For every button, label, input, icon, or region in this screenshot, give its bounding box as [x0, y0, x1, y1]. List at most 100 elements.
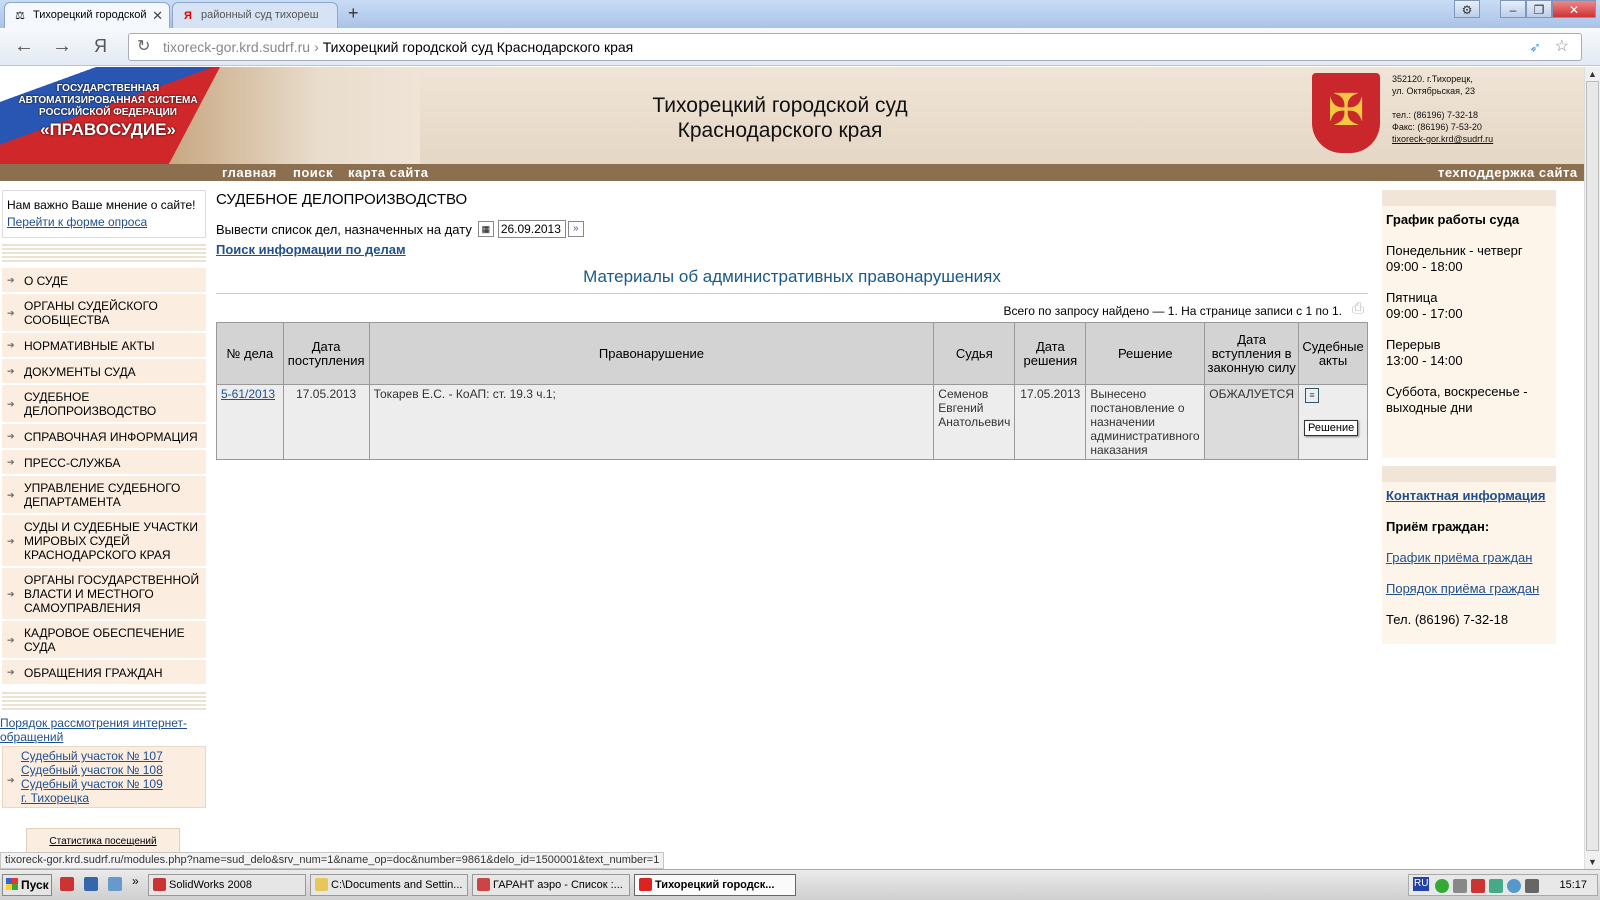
go-arrow-icon[interactable]: »	[567, 221, 584, 237]
start-button[interactable]: Пуск	[2, 874, 52, 896]
col-judge: Судья	[933, 322, 1016, 385]
sidebar-item-reference[interactable]: ➔ СПРАВОЧНАЯ ИНФОРМАЦИЯ	[2, 424, 206, 450]
sidebar-item-label: СУДЫ И СУДЕБНЫЕ УЧАСТКИ МИРОВЫХ СУДЕЙ КР…	[24, 520, 198, 562]
nav-home[interactable]: главная	[222, 164, 277, 181]
restore-button[interactable]: ❐	[1526, 0, 1552, 18]
court-plots-box: ➔ Судебный участок № 107 Судебный участо…	[2, 746, 206, 808]
tab-inactive[interactable]: Я районный суд тихореш	[172, 2, 338, 28]
sidebar-item-about[interactable]: ➔ О СУДЕ	[2, 268, 206, 294]
status-url: tixoreck-gor.krd.sudrf.ru/modules.php?na…	[0, 852, 665, 869]
tray-icon[interactable]	[1489, 879, 1503, 893]
minimize-button[interactable]: –	[1500, 0, 1526, 18]
taskbar-item-explorer[interactable]: C:\Documents and Settin...	[310, 874, 468, 896]
tray-icon[interactable]	[1507, 879, 1521, 893]
browser-tab-bar: ⚖ Тихорецкий городской ✕ Я районный суд …	[0, 0, 1600, 28]
schedule-time: 13:00 - 14:00	[1386, 353, 1463, 368]
quicklaunch-icon[interactable]	[84, 877, 98, 891]
stats-link[interactable]: Статистика посещений	[26, 828, 180, 854]
close-window-button[interactable]: ✕	[1552, 0, 1596, 18]
chevron-right-icon: ➔	[7, 489, 15, 500]
chevron-right-icon: ➔	[7, 535, 15, 546]
sidebar-item-normative-acts[interactable]: ➔ НОРМАТИВНЫЕ АКТЫ	[2, 333, 206, 359]
taskbar-item-browser[interactable]: Тихорецкий городск...	[634, 874, 796, 896]
site-header: ГОСУДАРСТВЕННАЯ АВТОМАТИЗИРОВАННАЯ СИСТЕ…	[0, 67, 1584, 181]
cell-decision: Вынесено постановление о назначении адми…	[1085, 384, 1206, 460]
reception-schedule-link[interactable]: График приёма граждан	[1386, 550, 1532, 565]
col-acts: Судебные акты	[1298, 322, 1368, 385]
plot-link-108[interactable]: Судебный участок № 108	[21, 763, 205, 777]
taskbar-item-garant[interactable]: ГАРАНТ аэро - Список :...	[472, 874, 630, 896]
reception-order-link[interactable]: Порядок приёма граждан	[1386, 581, 1539, 596]
close-icon[interactable]: ✕	[152, 8, 163, 24]
schedule-days: Перерыв	[1386, 337, 1441, 352]
sidebar-item-label: ПРЕСС-СЛУЖБА	[24, 455, 121, 470]
col-decision: Решение	[1085, 322, 1206, 385]
sidebar-item-department[interactable]: ➔ УПРАВЛЕНИЕ СУДЕБНОГО ДЕПАРТАМЕНТА	[2, 476, 206, 515]
document-icon[interactable]: ≡	[1305, 388, 1320, 403]
sidebar-item-press[interactable]: ➔ ПРЕСС-СЛУЖБА	[2, 450, 206, 476]
settings-icon[interactable]: ⚙	[1454, 0, 1480, 18]
start-label: Пуск	[21, 878, 49, 892]
star-icon[interactable]: ☆	[1555, 34, 1569, 60]
sidebar-item-documents[interactable]: ➔ ДОКУМЕНТЫ СУДА	[2, 359, 206, 385]
plot-link-107[interactable]: Судебный участок № 107	[21, 749, 205, 763]
internet-appeals-link[interactable]: Порядок рассмотрения интернет-обращений	[0, 716, 206, 744]
scroll-up-icon[interactable]: ▲	[1588, 69, 1597, 79]
plot-link-109[interactable]: Судебный участок № 109	[21, 777, 205, 791]
yandex-logo-icon[interactable]: Я	[94, 36, 107, 56]
sidebar-item-appeals[interactable]: ➔ ОБРАЩЕНИЯ ГРАЖДАН	[2, 660, 206, 686]
forward-icon[interactable]: →	[52, 36, 72, 56]
site-title-line: Краснодарского края	[677, 119, 883, 142]
scroll-down-icon[interactable]: ▼	[1588, 857, 1597, 867]
taskbar-item-label: C:\Documents and Settin...	[331, 879, 463, 891]
contact-info-link[interactable]: Контактная информация	[1386, 488, 1545, 503]
scales-icon: ⚖	[15, 10, 25, 22]
rocket-icon[interactable]: ➶	[1529, 34, 1541, 60]
folder-icon	[315, 878, 328, 891]
scrollbar[interactable]: ▲ ▼	[1584, 67, 1600, 869]
taskbar-item-solidworks[interactable]: SolidWorks 2008	[148, 874, 306, 896]
nav-sitemap[interactable]: карта сайта	[348, 164, 428, 181]
court-address: 352120. г.Тихорецк, ул. Октябрьская, 23 …	[1392, 73, 1493, 145]
table-header-row: № дела Дата поступления Правонарушение С…	[216, 322, 1368, 385]
sidebar-item-proceedings[interactable]: ➔ СУДЕБНОЕ ДЕЛОПРОИЗВОДСТВО	[2, 385, 206, 424]
calendar-icon[interactable]: ▦	[477, 221, 494, 237]
print-icon[interactable]: ⎙	[1352, 300, 1364, 317]
sidebar-item-courts[interactable]: ➔ СУДЫ И СУДЕБНЫЕ УЧАСТКИ МИРОВЫХ СУДЕЙ К…	[2, 515, 206, 568]
top-nav: главная поиск карта сайта техподдержка с…	[0, 164, 1584, 181]
sidebar-item-judicial-community[interactable]: ➔ ОРГАНЫ СУДЕЙСКОГО СООБЩЕСТВА	[2, 294, 206, 333]
scroll-thumb[interactable]	[1586, 81, 1599, 851]
quicklaunch-icon[interactable]	[108, 877, 122, 891]
sidebar-item-label: СУДЕБНОЕ ДЕЛОПРОИЗВОДСТВО	[24, 390, 157, 418]
schedule-days: Понедельник - четверг	[1386, 243, 1523, 258]
plot-link-city[interactable]: г. Тихорецка	[21, 791, 205, 805]
quicklaunch-icon[interactable]	[60, 877, 74, 891]
expand-icon[interactable]: »	[132, 874, 139, 888]
reload-icon[interactable]: ↻	[137, 34, 150, 60]
poll-link[interactable]: Перейти к форме опроса	[7, 214, 201, 231]
nav-search[interactable]: поиск	[293, 164, 333, 181]
fax: Факс: (86196) 7-53-20	[1392, 122, 1482, 132]
tray-icon[interactable]	[1471, 879, 1485, 893]
language-indicator[interactable]: RU	[1413, 877, 1430, 891]
case-search-link[interactable]: Поиск информации по делам	[216, 242, 1368, 257]
email-link[interactable]: tixoreck-gor.krd@sudrf.ru	[1392, 133, 1493, 145]
sidebar-item-authorities[interactable]: ➔ ОРГАНЫ ГОСУДАРСТВЕННОЙ ВЛАСТИ И МЕСТНОГ…	[2, 568, 206, 621]
sidebar-menu: ➔ О СУДЕ ➔ ОРГАНЫ СУДЕЙСКОГО СООБЩЕСТВА ➔ Н…	[2, 268, 206, 686]
nav-support[interactable]: техподдержка сайта	[1438, 164, 1578, 181]
garant-icon	[477, 878, 490, 891]
case-link[interactable]: 5-61/2013	[221, 387, 275, 401]
tab-active[interactable]: ⚖ Тихорецкий городской ✕	[4, 2, 170, 28]
sidebar-item-staffing[interactable]: ➔ КАДРОВОЕ ОБЕСПЕЧЕНИЕ СУДА	[2, 621, 206, 660]
back-icon[interactable]: ←	[14, 36, 34, 56]
logo-text: ГОСУДАРСТВЕННАЯ АВТОМАТИЗИРОВАННАЯ СИСТЕ…	[4, 83, 212, 141]
logo-line: РОССИЙСКОЙ ФЕДЕРАЦИИ	[39, 107, 177, 118]
new-tab-button[interactable]: +	[348, 3, 359, 24]
date-input[interactable]	[497, 220, 566, 238]
address-bar[interactable]: ↻ tixoreck-gor.krd.sudrf.ru › Тихорецкий г…	[128, 33, 1582, 61]
tray-icon[interactable]	[1525, 879, 1539, 893]
chevron-right-icon: ➔	[7, 307, 15, 318]
tray-icon[interactable]	[1435, 879, 1449, 893]
tray-icon[interactable]	[1453, 879, 1467, 893]
browser-toolbar: ← → Я ↻ tixoreck-gor.krd.sudrf.ru › Тихоре…	[0, 28, 1600, 66]
